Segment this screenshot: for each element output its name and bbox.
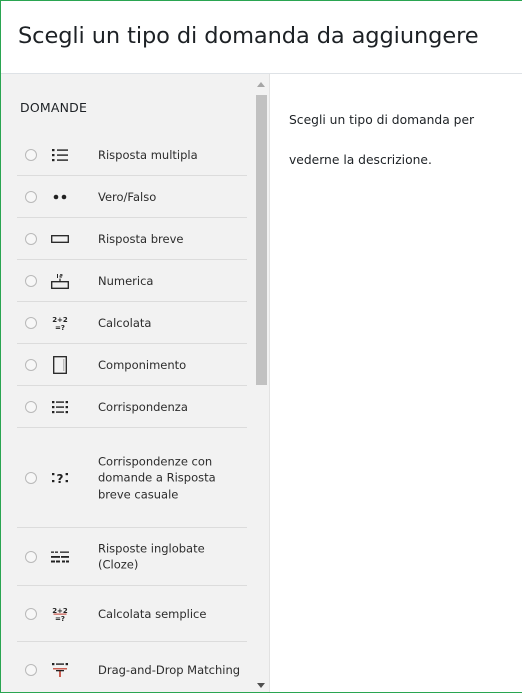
description-line-2: vederne la descrizione. <box>289 153 432 167</box>
true-false-icon <box>49 187 71 207</box>
radio-button[interactable] <box>25 316 37 329</box>
svg-text:?: ? <box>57 472 64 485</box>
radio-button[interactable] <box>25 400 37 413</box>
radio-button[interactable] <box>25 607 37 620</box>
svg-text:=?: =? <box>55 615 65 622</box>
calculated-simple-icon: 2+2 =? <box>49 604 71 624</box>
question-type-calculated-simple[interactable]: 2+2 =? Calcolata semplice <box>17 586 247 642</box>
question-type-calculated[interactable]: 2+2 =? Calcolata <box>17 302 247 344</box>
radio-button[interactable] <box>25 274 37 287</box>
question-type-matching[interactable]: Corrispondenza <box>17 386 247 428</box>
question-type-list: Risposta multipla Vero/Falso Risposta br… <box>17 134 247 692</box>
scroll-up-arrow-icon[interactable] <box>257 82 265 87</box>
question-type-label: Risposta breve <box>98 231 184 246</box>
question-type-cloze[interactable]: Risposte inglobate (Cloze) <box>17 528 247 586</box>
question-type-essay[interactable]: Componimento <box>17 344 247 386</box>
radio-button[interactable] <box>25 471 37 484</box>
calculated-icon: 2+2 =? <box>49 313 71 333</box>
question-type-label: Corrispondenza <box>98 399 188 414</box>
question-type-label: Componimento <box>98 357 187 372</box>
radio-button[interactable] <box>25 190 37 203</box>
question-type-label: Numerica <box>98 273 154 288</box>
question-description-panel: Scegli un tipo di domanda per vederne la … <box>271 74 522 692</box>
question-type-label: Calcolata semplice <box>98 606 207 621</box>
multiple-choice-icon <box>49 145 71 165</box>
dialog-title: Scegli un tipo di domanda da aggiungere <box>18 23 479 49</box>
essay-icon <box>49 355 71 375</box>
scroll-down-arrow-icon[interactable] <box>257 683 265 688</box>
svg-text:2+2: 2+2 <box>52 316 68 324</box>
question-type-dialog: Scegli un tipo di domanda da aggiungere … <box>0 0 522 693</box>
question-type-label: Calcolata <box>98 315 152 330</box>
numerical-icon <box>49 271 71 291</box>
section-label-domande: DOMANDE <box>20 100 88 115</box>
radio-button[interactable] <box>25 664 37 676</box>
radio-button[interactable] <box>25 550 37 563</box>
question-type-sidebar: DOMANDE Risposta multipla Vero/Falso Ris… <box>1 74 270 692</box>
random-short-answer-matching-icon: ? <box>49 468 71 488</box>
question-type-label: Drag-and-Drop Matching <box>98 662 241 677</box>
question-type-random-short-answer-matching[interactable]: ? Corrispondenze con domande a Risposta … <box>17 428 247 528</box>
question-type-drag-drop-matching[interactable]: Drag-and-Drop Matching <box>17 642 247 692</box>
sidebar-scrollbar[interactable] <box>254 74 268 692</box>
question-type-true-false[interactable]: Vero/Falso <box>17 176 247 218</box>
dialog-header: Scegli un tipo di domanda da aggiungere <box>1 1 522 74</box>
description-line-1: Scegli un tipo di domanda per <box>289 113 475 127</box>
question-type-multiple-choice[interactable]: Risposta multipla <box>17 134 247 176</box>
description-text: Scegli un tipo di domanda per vederne la … <box>289 100 522 180</box>
radio-button[interactable] <box>25 232 37 245</box>
scrollbar-thumb[interactable] <box>256 95 267 385</box>
drag-drop-matching-icon <box>49 660 71 680</box>
svg-text:=?: =? <box>55 324 65 331</box>
radio-button[interactable] <box>25 148 37 161</box>
question-type-label: Risposta multipla <box>98 147 198 162</box>
short-answer-icon <box>49 229 71 249</box>
matching-icon <box>49 397 71 417</box>
radio-button[interactable] <box>25 358 37 371</box>
question-type-short-answer[interactable]: Risposta breve <box>17 218 247 260</box>
question-type-label: Risposte inglobate (Cloze) <box>98 541 205 572</box>
question-type-label: Corrispondenze con domande a Risposta br… <box>98 453 216 501</box>
question-type-numerical[interactable]: Numerica <box>17 260 247 302</box>
question-type-label: Vero/Falso <box>98 189 157 204</box>
cloze-icon <box>49 547 71 567</box>
